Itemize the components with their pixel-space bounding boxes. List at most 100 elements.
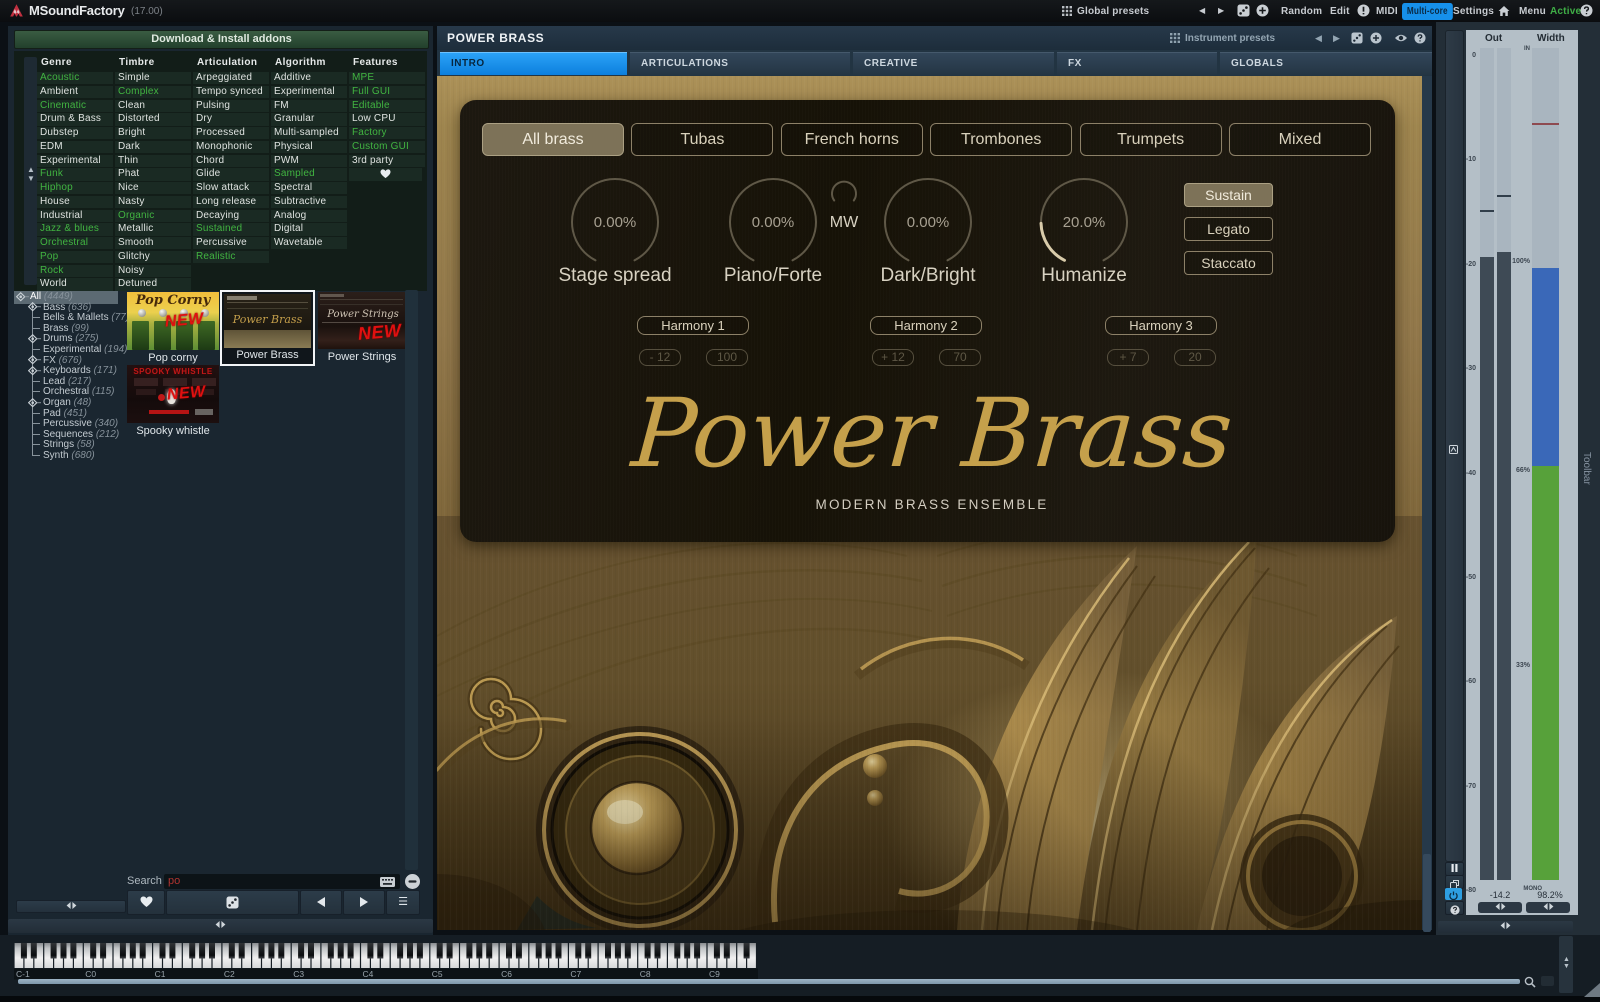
piano-black-key[interactable] [684, 943, 690, 959]
ensemble-button-mixed[interactable]: Mixed [1229, 123, 1371, 156]
piano-black-key[interactable] [278, 943, 284, 959]
eye-icon[interactable] [1394, 33, 1408, 43]
global-presets-button[interactable]: Global presets [1077, 6, 1149, 17]
harmony-amount[interactable]: 100 [706, 349, 748, 366]
preset-tile[interactable]: Power BrassPower Brass [220, 290, 315, 366]
harmony-amount[interactable]: 70 [939, 349, 981, 366]
filter-item[interactable]: Dark [115, 141, 191, 153]
instrument-scrollbar[interactable] [1422, 76, 1432, 930]
random-instrument-preset-icon[interactable] [1351, 32, 1363, 44]
preset-tile[interactable]: Pop CornyPop cornyNEW [127, 292, 219, 364]
filter-item[interactable]: Industrial [37, 210, 113, 222]
filter-item[interactable]: Multi-sampled [271, 127, 347, 139]
filter-item[interactable]: Glide [193, 168, 269, 180]
filter-item[interactable]: Distorted [115, 113, 191, 125]
piano-black-key[interactable] [744, 943, 750, 959]
filter-item[interactable]: Editable [349, 100, 425, 112]
filter-item[interactable]: Jazz & blues [37, 223, 113, 235]
favorite-button[interactable] [127, 890, 165, 915]
filter-item[interactable]: Additive [271, 72, 347, 84]
piano-black-key[interactable] [615, 943, 621, 959]
piano-black-key[interactable] [259, 943, 265, 959]
piano-black-key[interactable] [516, 943, 522, 959]
toolbar-resize-handle[interactable] [1438, 921, 1573, 933]
meter-pause-button[interactable] [1445, 862, 1464, 876]
filter-item[interactable]: Subtractive [271, 196, 347, 208]
preset-scrollbar[interactable] [405, 290, 418, 870]
active-indicator[interactable]: Active [1550, 6, 1581, 17]
settings-button[interactable]: Settings [1453, 6, 1494, 17]
piano-black-key[interactable] [199, 943, 205, 959]
help-icon-instrument[interactable] [1414, 32, 1426, 44]
keyboard-settings-button[interactable] [1541, 976, 1554, 986]
next-preset-button-browser[interactable] [343, 890, 385, 915]
next-instrument-preset[interactable]: ▶ [1333, 33, 1340, 44]
harmony-button-3[interactable]: Harmony 3 [1105, 316, 1217, 335]
filter-item[interactable]: Funk [37, 168, 113, 180]
ensemble-button-all-brass[interactable]: All brass [482, 123, 624, 156]
meter-popup-button[interactable] [1445, 875, 1464, 889]
ensemble-button-french-horns[interactable]: French horns [781, 123, 923, 156]
piano-black-key[interactable] [120, 943, 126, 959]
prev-preset-button[interactable]: ◀ [1199, 6, 1205, 15]
filter-item[interactable]: Noisy [115, 265, 191, 277]
piano-black-key[interactable] [546, 943, 552, 959]
piano-black-key[interactable] [407, 943, 413, 959]
filter-item[interactable]: Phat [115, 168, 191, 180]
filter-item[interactable]: Full GUI [349, 86, 425, 98]
random-preset-button[interactable] [166, 890, 299, 915]
preset-tile[interactable]: Power StringsPower StringsNEW [318, 292, 406, 363]
filter-item[interactable]: Nice [115, 182, 191, 194]
meter-range-handle-right[interactable] [1526, 902, 1570, 913]
filter-item[interactable]: Clean [115, 100, 191, 112]
filter-item[interactable]: Experimental [37, 155, 113, 167]
piano-black-key[interactable] [298, 943, 304, 959]
harmony-amount[interactable]: 20 [1174, 349, 1216, 366]
piano-black-key[interactable] [466, 943, 472, 959]
meter-range-handle-left[interactable] [1478, 902, 1522, 913]
preset-menu-button[interactable]: ☰ [386, 890, 420, 915]
download-addons-button[interactable]: Download & Install addons [14, 30, 429, 49]
piano-black-key[interactable] [229, 943, 235, 959]
filter-item[interactable]: Dubstep [37, 127, 113, 139]
filter-item[interactable]: Percussive [193, 237, 269, 249]
piano-black-key[interactable] [268, 943, 274, 959]
search-clear-button[interactable] [404, 873, 421, 890]
filter-item[interactable]: Glitchy [115, 251, 191, 263]
filter-item[interactable]: Nasty [115, 196, 191, 208]
piano-black-key[interactable] [397, 943, 403, 959]
filter-item[interactable]: Hiphop [37, 182, 113, 194]
filter-item[interactable]: FM [271, 100, 347, 112]
tree-expand-icon[interactable] [28, 355, 42, 365]
filter-item[interactable]: Long release [193, 196, 269, 208]
piano-black-key[interactable] [605, 943, 611, 959]
meter-enable-button[interactable] [1445, 888, 1462, 900]
piano-black-key[interactable] [575, 943, 581, 959]
edit-button[interactable]: Edit [1330, 6, 1350, 17]
ensemble-button-trombones[interactable]: Trombones [930, 123, 1072, 156]
search-input[interactable]: po [164, 874, 400, 889]
filter-item[interactable]: EDM [37, 141, 113, 153]
ensemble-button-trumpets[interactable]: Trumpets [1080, 123, 1222, 156]
filter-item[interactable]: Pop [37, 251, 113, 263]
articulation-button-sustain[interactable]: Sustain [1184, 183, 1273, 207]
filter-item[interactable]: Monophonic [193, 141, 269, 153]
filter-item[interactable]: Organic [115, 210, 191, 222]
filter-item[interactable]: Realistic [193, 251, 269, 263]
filter-item[interactable]: Sustained [193, 223, 269, 235]
piano-black-key[interactable] [625, 943, 631, 959]
piano-black-key[interactable] [61, 943, 67, 959]
tree-resize-handle[interactable] [16, 900, 126, 913]
piano-black-key[interactable] [486, 943, 492, 959]
filter-item[interactable]: MPE [349, 72, 425, 84]
piano-black-key[interactable] [90, 943, 96, 959]
piano-black-key[interactable] [70, 943, 76, 959]
save-preset-icon[interactable] [1256, 4, 1269, 17]
filter-item[interactable]: Sampled [271, 168, 347, 180]
piano-black-key[interactable] [160, 943, 166, 959]
piano-black-key[interactable] [209, 943, 215, 959]
filter-item[interactable]: Processed [193, 127, 269, 139]
filter-item[interactable]: Slow attack [193, 182, 269, 194]
tab-creative[interactable]: CREATIVE [853, 52, 1054, 75]
tree-expand-icon[interactable] [28, 302, 42, 312]
